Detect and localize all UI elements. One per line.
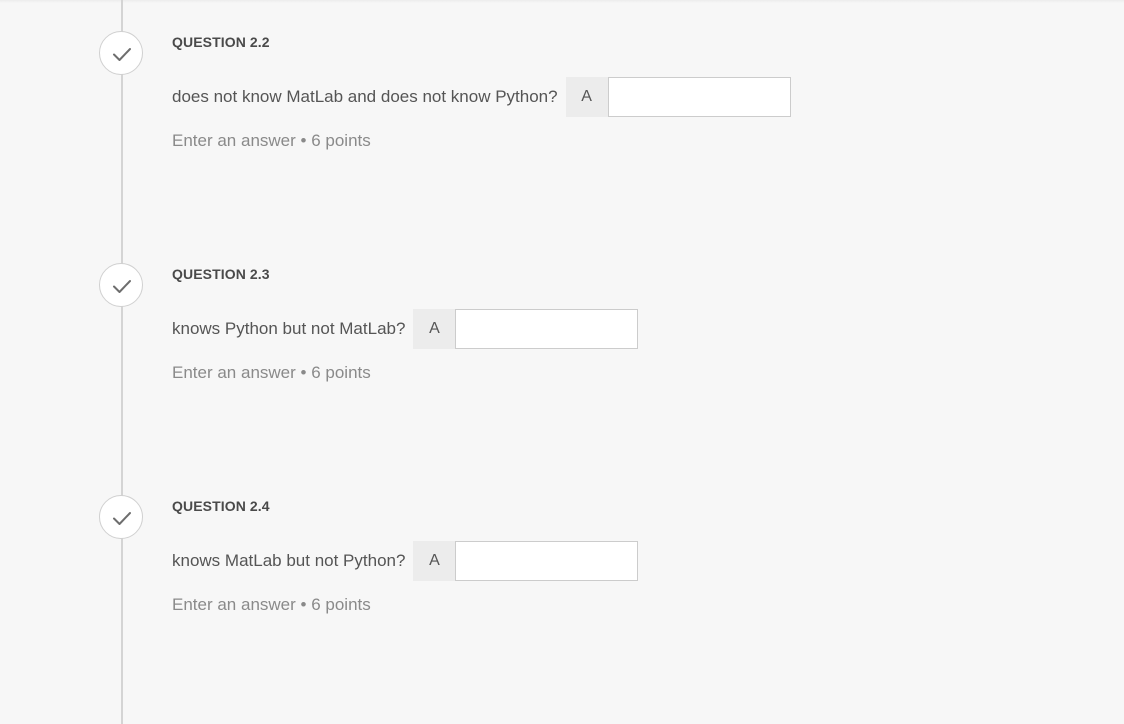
answer-prefix: A — [413, 309, 456, 349]
question-meta: Enter an answer • 6 points — [172, 363, 371, 383]
answer-hint: Enter an answer — [172, 595, 296, 614]
checkmark-icon — [113, 512, 131, 525]
question-block: QUESTION 2.2 does not know MatLab and do… — [0, 0, 1124, 232]
question-points: 6 points — [311, 363, 371, 382]
question-answer-row: does not know MatLab and does not know P… — [172, 77, 791, 117]
checkmark-icon — [113, 48, 131, 61]
checkmark-icon — [113, 280, 131, 293]
question-meta: Enter an answer • 6 points — [172, 595, 371, 615]
question-block: QUESTION 2.4 knows MatLab but not Python… — [0, 464, 1124, 696]
answer-input[interactable] — [455, 541, 639, 581]
assignment-page: QUESTION 2.2 does not know MatLab and do… — [0, 0, 1124, 724]
question-number: QUESTION 2.2 — [172, 34, 270, 50]
question-text: does not know MatLab and does not know P… — [172, 87, 558, 106]
completion-status — [99, 31, 143, 75]
answer-hint: Enter an answer — [172, 131, 296, 150]
answer-hint: Enter an answer — [172, 363, 296, 382]
meta-separator: • — [300, 595, 307, 614]
question-points: 6 points — [311, 131, 371, 150]
question-text: knows Python but not MatLab? — [172, 319, 406, 338]
question-points: 6 points — [311, 595, 371, 614]
question-number: QUESTION 2.4 — [172, 498, 270, 514]
question-text: knows MatLab but not Python? — [172, 551, 406, 570]
question-meta: Enter an answer • 6 points — [172, 131, 371, 151]
answer-prefix: A — [413, 541, 456, 581]
question-block: QUESTION 2.3 knows Python but not MatLab… — [0, 232, 1124, 464]
question-number: QUESTION 2.3 — [172, 266, 270, 282]
completion-status — [99, 263, 143, 307]
question-answer-row: knows MatLab but not Python? A — [172, 541, 639, 581]
question-answer-row: knows Python but not MatLab? A — [172, 309, 639, 349]
completion-status — [99, 495, 143, 539]
answer-input[interactable] — [455, 309, 639, 349]
meta-separator: • — [300, 363, 307, 382]
answer-input[interactable] — [607, 77, 791, 117]
answer-prefix: A — [565, 77, 608, 117]
meta-separator: • — [300, 131, 307, 150]
